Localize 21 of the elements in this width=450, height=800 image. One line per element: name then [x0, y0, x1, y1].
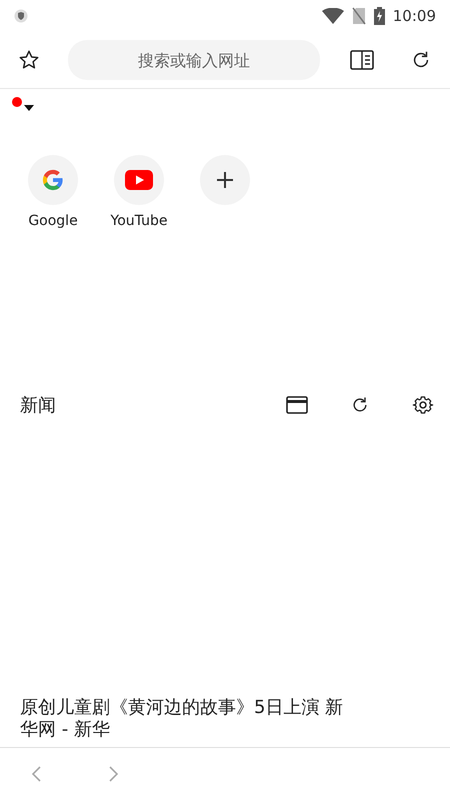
wifi-icon: [322, 8, 344, 24]
news-headline[interactable]: 原创儿童剧《黄河边的故事》5日上演 新 华网 - 新华: [20, 697, 430, 747]
status-time: 10:09: [392, 7, 436, 25]
youtube-logo-icon: [125, 170, 153, 190]
search-field[interactable]: 搜索或输入网址: [68, 40, 320, 80]
battery-charging-icon: [374, 7, 385, 25]
card-icon: [286, 396, 308, 414]
add-shortcut-button[interactable]: [200, 155, 250, 205]
gear-icon: [412, 394, 434, 416]
shortcut-label[interactable]: Google: [28, 213, 78, 229]
shield-icon: [14, 9, 28, 23]
star-icon: [18, 49, 40, 71]
google-logo-icon: [42, 169, 64, 191]
plus-icon: [216, 171, 234, 189]
shortcut-label[interactable]: YouTube: [110, 213, 168, 229]
shortcut-tile[interactable]: [114, 155, 164, 205]
caret-icon[interactable]: [24, 105, 34, 111]
book-icon: [350, 50, 374, 70]
shortcut-tile[interactable]: [28, 155, 78, 205]
news-title: 新闻: [20, 394, 57, 417]
no-sim-icon: [352, 7, 366, 25]
